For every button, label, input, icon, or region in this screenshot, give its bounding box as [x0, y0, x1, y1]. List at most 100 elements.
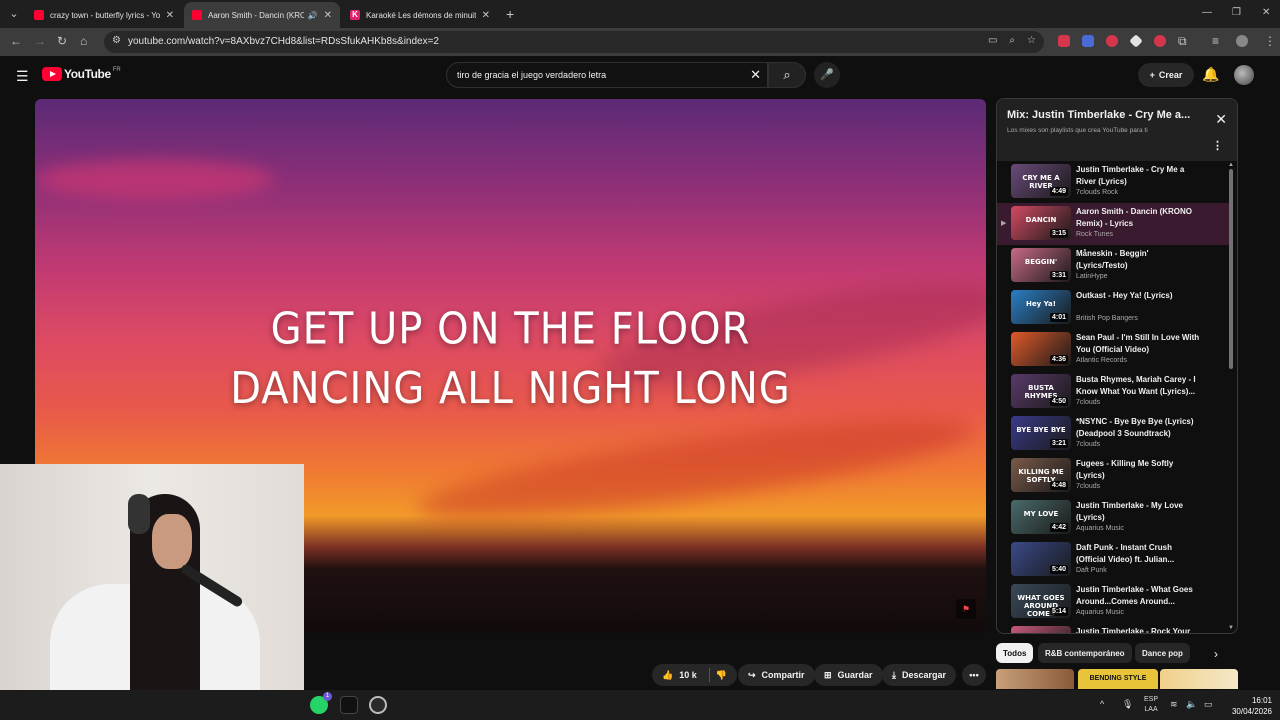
recommendation-thumbnail[interactable]: BENDING STYLE — [1078, 669, 1158, 689]
playlist-scrollbar[interactable] — [1229, 169, 1233, 369]
chrome-menu-icon[interactable]: ⋮ — [1264, 34, 1276, 48]
playlist-item-title[interactable]: Outkast - Hey Ya! (Lyrics) — [1076, 290, 1200, 302]
tab-karaoke[interactable]: K Karaoké Les démons de minuit ✕ — [342, 2, 498, 28]
playlist-item-channel[interactable]: Aquarius Music — [1076, 609, 1124, 616]
video-thumbnail[interactable]: MY LOVE 4:42 — [1011, 500, 1071, 534]
tab-close-icon[interactable]: ✕ — [166, 10, 174, 21]
new-tab-button[interactable]: + — [506, 6, 514, 22]
video-thumbnail[interactable]: BUSTA RHYMES 4:50 — [1011, 374, 1071, 408]
playlist-item[interactable]: BYE BYE BYE 3:21 *NSYNC - Bye Bye Bye (Lyr… — [997, 413, 1229, 455]
whatsapp-icon[interactable]: 1 — [310, 692, 332, 714]
playlist-item[interactable]: KILLING ME SOFTLY 4:48 Fugees - Killing Me… — [997, 455, 1229, 497]
playlist-item-channel[interactable]: 7clouds Rock — [1076, 189, 1118, 196]
tab-search-chevron-icon[interactable]: ⌄ — [6, 6, 22, 22]
download-button[interactable]: ⤓ Descargar — [882, 664, 957, 686]
playlist-item-title[interactable]: Sean Paul - I'm Still In Love With You (… — [1076, 332, 1200, 356]
video-thumbnail[interactable]: BEGGIN' 3:31 — [1011, 248, 1071, 282]
search-button[interactable]: ⌕ — [768, 62, 806, 88]
minimize-icon[interactable]: — — [1202, 7, 1212, 18]
volume-icon[interactable]: 🔈 — [1186, 699, 1197, 710]
chip-dance-pop[interactable]: Dance pop — [1135, 643, 1190, 663]
notifications-bell-icon[interactable]: 🔔 — [1202, 66, 1219, 83]
create-button[interactable]: + Crear — [1138, 63, 1194, 87]
video-thumbnail[interactable]: KILLING ME SOFTLY 4:48 — [1011, 458, 1071, 492]
playlist-item-channel[interactable]: Rock Tunes — [1076, 231, 1113, 238]
playlist-item-channel[interactable]: 7clouds — [1076, 483, 1100, 490]
playlist-item-channel[interactable]: Aquarius Music — [1076, 525, 1124, 532]
playlist-item[interactable]: CRY ME A RIVER 4:49 Justin Timberlake - Cr… — [997, 161, 1229, 203]
playlist-item-title[interactable]: *NSYNC - Bye Bye Bye (Lyrics) (Deadpool … — [1076, 416, 1200, 440]
playlist-item-title[interactable]: Justin Timberlake - What Goes Around...C… — [1076, 584, 1200, 608]
playlist-item-title[interactable]: Daft Punk - Instant Crush (Official Vide… — [1076, 542, 1200, 566]
bookmark-star-icon[interactable]: ☆ — [1027, 35, 1036, 46]
playlist-item-channel[interactable]: Daft Punk — [1076, 567, 1107, 574]
playlist-item-title[interactable]: Aaron Smith - Dancin (KRONO Remix) - Lyr… — [1076, 206, 1200, 230]
playlist-item-channel[interactable]: 7clouds — [1076, 399, 1100, 406]
close-playlist-icon[interactable]: ✕ — [1215, 111, 1227, 128]
clear-search-icon[interactable]: ✕ — [750, 67, 761, 83]
playlist-item-title[interactable]: Fugees - Killing Me Softly (Lyrics) — [1076, 458, 1200, 482]
extension-icon[interactable] — [1082, 35, 1094, 47]
home-icon[interactable]: ⌂ — [80, 34, 87, 48]
playlist-item-title[interactable]: Busta Rhymes, Mariah Carey - I Know What… — [1076, 374, 1200, 398]
playlist-item-channel[interactable]: British Pop Bangers — [1076, 315, 1138, 322]
tab-close-icon[interactable]: ✕ — [324, 10, 332, 21]
chip-todos[interactable]: Todos — [996, 643, 1034, 663]
playlist-item-channel[interactable]: 7clouds — [1076, 441, 1100, 448]
playlist-item-title[interactable]: Justin Timberlake - My Love (Lyrics) — [1076, 500, 1200, 524]
playlist-title[interactable]: Mix: Justin Timberlake - Cry Me a... — [1007, 109, 1207, 121]
cast-icon[interactable]: ▭ — [988, 35, 997, 46]
recording-app-icon[interactable] — [369, 696, 387, 714]
site-info-icon[interactable]: ⚙ — [112, 35, 121, 46]
address-bar[interactable]: ⚙ youtube.com/watch?v=8AXbvz7CHd8&list=R… — [104, 31, 1044, 53]
playlist-item[interactable]: WHAT GOES AROUND COMES AROUND5:14Justin … — [997, 581, 1229, 623]
battery-icon[interactable]: ▭ — [1204, 699, 1213, 710]
audio-playing-icon[interactable]: 🔊 — [308, 11, 318, 20]
like-button[interactable]: 👍 10 k 👎 — [652, 664, 737, 686]
playlist-item-channel[interactable]: LatinHype — [1076, 273, 1108, 280]
restore-icon[interactable]: ❐ — [1232, 7, 1241, 18]
playlist-item[interactable]: ▶ DANCIN 3:15 Aaron Smith - Dancin (KRONO R… — [997, 203, 1229, 245]
search-input[interactable]: tiro de gracia el juego verdadero letra … — [446, 62, 768, 88]
extension-icon[interactable] — [1129, 34, 1143, 48]
recommendation-thumbnail[interactable] — [1160, 669, 1238, 689]
recommendation-thumbnail[interactable] — [996, 669, 1074, 689]
playlist-item[interactable]: 4:36 Sean Paul - I'm Still In Love With Y… — [997, 329, 1229, 371]
thumbs-down-icon[interactable]: 👎 — [716, 670, 727, 681]
playlist-item-title[interactable]: Justin Timberlake - Cry Me a River (Lyri… — [1076, 164, 1200, 188]
video-thumbnail[interactable]: 5:40 — [1011, 542, 1071, 576]
forward-icon[interactable]: → — [34, 34, 46, 48]
video-thumbnail[interactable]: Hey Ya! 4:01 — [1011, 290, 1071, 324]
tray-mic-icon[interactable]: 🎙 — [1122, 699, 1133, 710]
scroll-down-icon[interactable]: ▼ — [1228, 625, 1234, 631]
voice-search-button[interactable]: 🎤 — [814, 62, 840, 88]
playlist-item-title[interactable]: Måneskin - Beggin' (Lyrics/Testo) — [1076, 248, 1200, 272]
playlist-item[interactable]: BUSTA RHYMES 4:50 Busta Rhymes, Mariah Car… — [997, 371, 1229, 413]
playlist-item[interactable]: Justin Timberlake - Rock Your — [997, 623, 1229, 633]
back-icon[interactable]: ← — [10, 34, 22, 48]
share-button[interactable]: ↪ Compartir — [738, 664, 815, 686]
account-avatar[interactable] — [1234, 65, 1254, 85]
video-thumbnail[interactable]: CRY ME A RIVER 4:49 — [1011, 164, 1071, 198]
extension-icon[interactable] — [1106, 35, 1118, 47]
tab-aaron-smith[interactable]: Aaron Smith - Dancin (KRON 🔊 ✕ — [184, 2, 340, 28]
extension-icon[interactable] — [1154, 35, 1166, 47]
chips-next-chevron-icon[interactable]: › — [1214, 647, 1218, 661]
tab-crazy-town[interactable]: crazy town - butterfly lyrics - Yo ✕ — [26, 2, 182, 28]
hamburger-menu-icon[interactable]: ☰ — [16, 68, 29, 85]
terminal-app-icon[interactable] — [340, 696, 358, 714]
youtube-logo[interactable]: YouTube FR — [42, 67, 121, 81]
video-thumbnail[interactable]: BYE BYE BYE 3:21 — [1011, 416, 1071, 450]
input-language[interactable]: ESP LAA — [1144, 695, 1158, 715]
extensions-puzzle-icon[interactable]: ⧉ — [1178, 34, 1187, 49]
scroll-up-icon[interactable]: ▲ — [1228, 162, 1234, 168]
playlist-item-channel[interactable]: Atlantic Records — [1076, 357, 1127, 364]
system-clock[interactable]: 16:01 30/04/2026 — [1226, 695, 1272, 717]
video-thumbnail[interactable]: 4:36 — [1011, 332, 1071, 366]
playlist-item[interactable]: BEGGIN' 3:31 Måneskin - Beggin' (Lyrics/Te… — [997, 245, 1229, 287]
playlist-item-title[interactable]: Justin Timberlake - Rock Your — [1076, 626, 1200, 633]
save-button[interactable]: ⊞ Guardar — [814, 664, 883, 686]
media-controls-icon[interactable]: ≡ — [1212, 34, 1219, 48]
video-thumbnail[interactable]: WHAT GOES AROUND COMES AROUND5:14 — [1011, 584, 1071, 618]
zoom-icon[interactable]: ⌕ — [1009, 35, 1015, 46]
